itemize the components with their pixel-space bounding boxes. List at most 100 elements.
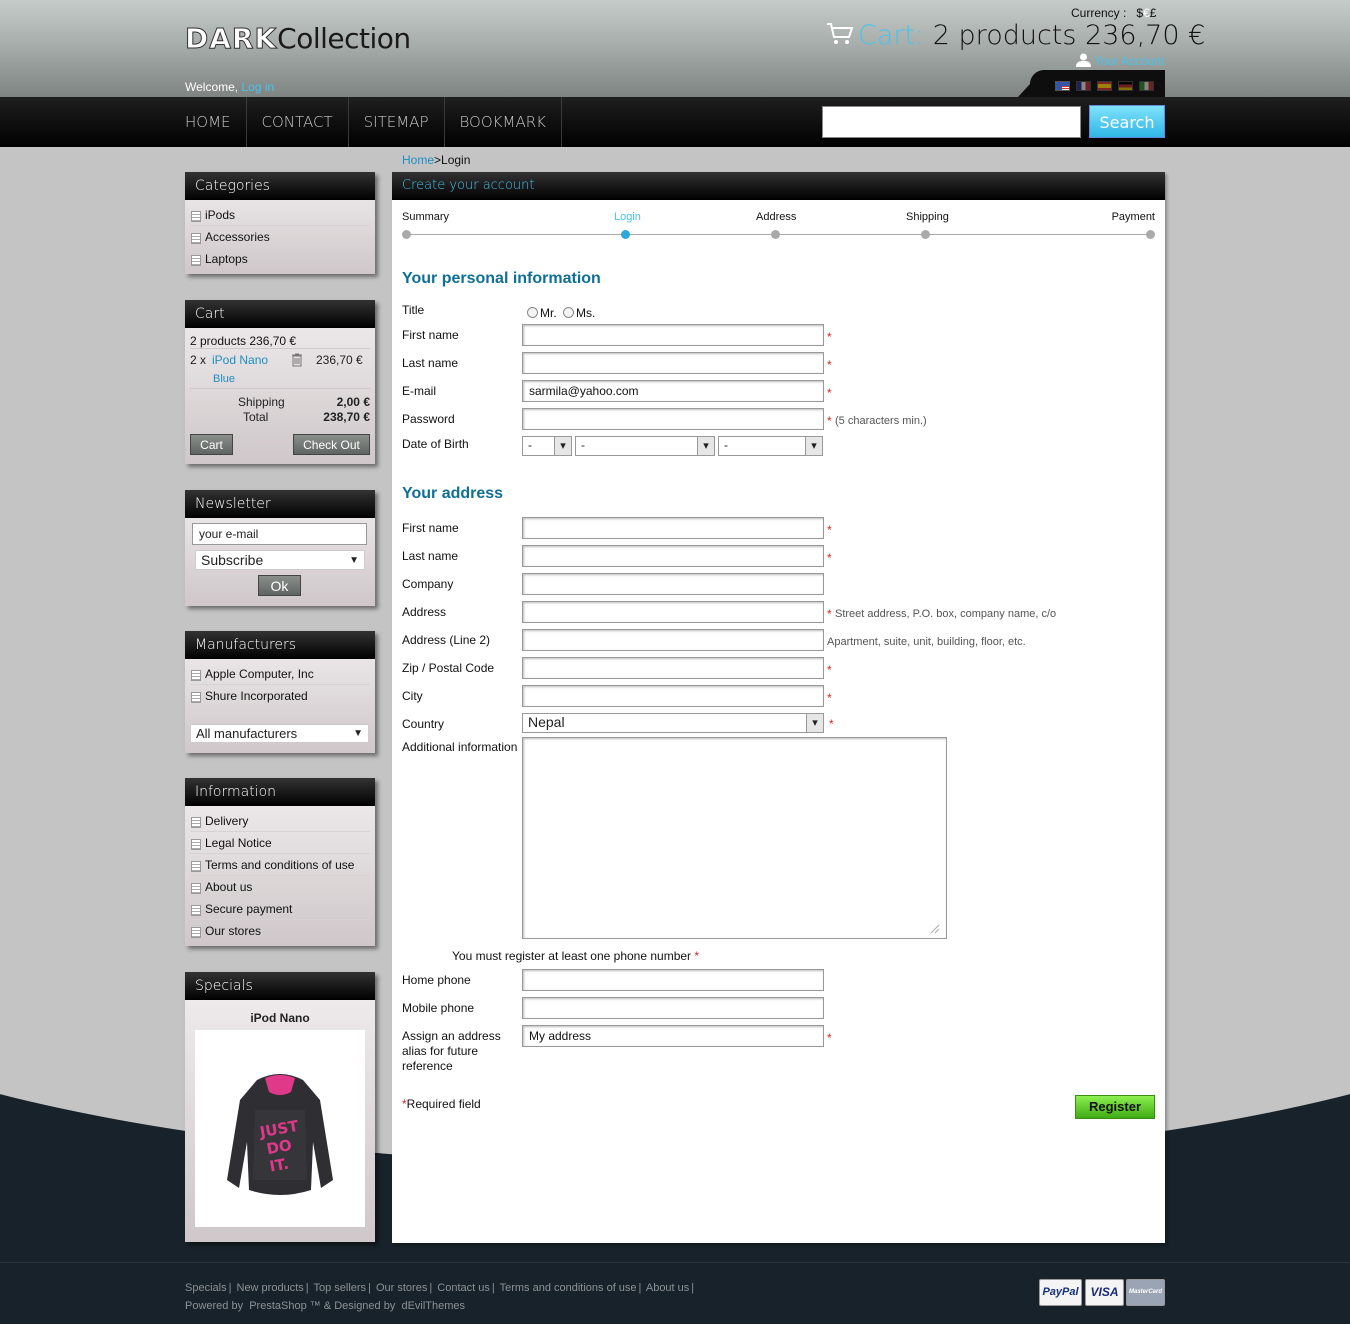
addr-last-name-input[interactable] <box>522 545 824 567</box>
phone-notice-text: You must register at least one phone num… <box>452 949 692 963</box>
zip-input[interactable] <box>522 657 824 679</box>
additional-info-textarea[interactable] <box>522 737 947 939</box>
footer-link-our-stores[interactable]: Our stores <box>376 1282 427 1294</box>
password-hint: (5 characters min.) <box>835 415 927 427</box>
de-flag-icon[interactable] <box>1118 81 1133 91</box>
email-input[interactable]: sarmila@yahoo.com <box>522 380 824 402</box>
cart-item-variant[interactable]: Blue <box>213 373 235 385</box>
footer-link-contact-us[interactable]: Contact us <box>437 1282 490 1294</box>
footer-link-specials[interactable]: Specials <box>185 1282 227 1294</box>
password-input[interactable] <box>522 408 824 430</box>
it-flag-icon[interactable] <box>1139 81 1154 91</box>
info-legal-notice[interactable]: Legal Notice <box>190 832 370 854</box>
dob-day-select[interactable]: - <box>522 436 572 456</box>
category-accessories[interactable]: Accessories <box>190 226 370 248</box>
menu-home[interactable]: HOME <box>185 97 247 147</box>
cart-button[interactable]: Cart <box>190 434 233 455</box>
mobile-phone-input[interactable] <box>522 997 824 1019</box>
country-select[interactable]: Nepal <box>522 713 824 733</box>
trash-icon[interactable] <box>291 353 303 367</box>
phone-notice-required: * <box>694 949 700 963</box>
manufacturers-block: Manufacturers Apple Computer, Inc Shure … <box>185 631 375 753</box>
total-value: 238,70 € <box>323 410 370 424</box>
currency-pound[interactable]: £ <box>1150 6 1157 20</box>
logo-dark-text: DARK <box>184 22 278 56</box>
your-account-link[interactable]: Your Account <box>1076 53 1164 68</box>
newsletter-ok-button[interactable]: Ok <box>258 575 301 596</box>
step-dot-login <box>621 230 630 239</box>
alias-label: Assign an address alias for future refer… <box>402 1029 501 1073</box>
menu-bookmark[interactable]: BOOKMARK <box>445 97 562 147</box>
last-name-input[interactable] <box>522 352 824 374</box>
cart-item-name[interactable]: iPod Nano <box>212 353 268 367</box>
footer-sep: | <box>228 1282 232 1294</box>
dob-year-select[interactable]: - <box>718 436 823 456</box>
search-button[interactable]: Search <box>1089 105 1165 138</box>
logo[interactable]: DARKCollection <box>184 22 411 56</box>
footer-link-new-products[interactable]: New products <box>237 1282 304 1294</box>
address2-input[interactable] <box>522 629 824 651</box>
alias-required: * <box>827 1031 832 1045</box>
company-input[interactable] <box>522 573 824 595</box>
checkout-button[interactable]: Check Out <box>293 434 370 455</box>
breadcrumb-current: Login <box>441 153 471 167</box>
manufacturer-apple[interactable]: Apple Computer, Inc <box>190 663 370 685</box>
specials-product-name[interactable]: iPod Nano <box>185 1011 375 1025</box>
newsletter-select[interactable]: Subscribe ▼ <box>195 550 365 570</box>
checkout-steps: Summary Login Address Shipping Payment <box>402 210 1155 240</box>
address2-label: Address (Line 2) <box>402 633 491 647</box>
us-flag-icon[interactable] <box>1055 81 1070 91</box>
login-link[interactable]: Log in <box>241 80 274 94</box>
es-flag-icon[interactable] <box>1097 81 1112 91</box>
category-ipods[interactable]: iPods <box>190 204 370 226</box>
first-name-input[interactable] <box>522 324 824 346</box>
info-secure-payment[interactable]: Secure payment <box>190 898 370 920</box>
specials-product-image[interactable]: JUST DO IT. <box>195 1030 365 1227</box>
footer-link-top-sellers[interactable]: Top sellers <box>313 1282 366 1294</box>
newsletter-email-input[interactable]: your e-mail <box>192 523 367 545</box>
dob-month-select[interactable]: - <box>575 436 715 456</box>
info-our-stores[interactable]: Our stores <box>190 920 370 942</box>
info-terms[interactable]: Terms and conditions of use <box>190 854 370 876</box>
addr-first-name-input[interactable] <box>522 517 824 539</box>
newsletter-option: Subscribe <box>201 552 264 568</box>
header-cart[interactable]: Cart: 2 products 236,70 € <box>826 20 1205 51</box>
email-required: * <box>827 386 832 400</box>
manufacturer-shure[interactable]: Shure Incorporated <box>190 685 370 707</box>
shipping-value: 2,00 € <box>336 395 370 409</box>
search-input[interactable] <box>822 106 1081 138</box>
total-label: Total <box>243 410 269 424</box>
svg-text:IT.: IT. <box>268 1155 290 1176</box>
category-laptops[interactable]: Laptops <box>190 248 370 270</box>
menu-sitemap[interactable]: SITEMAP <box>349 97 445 147</box>
info-about-us[interactable]: About us <box>190 876 370 898</box>
company-label: Company <box>402 577 454 591</box>
ms-radio[interactable] <box>563 307 575 318</box>
step-payment: Payment <box>1111 211 1155 223</box>
menu-contact[interactable]: CONTACT <box>247 97 349 147</box>
footer-sep: | <box>368 1282 371 1294</box>
specials-block: Specials iPod Nano JUST DO IT. <box>185 972 375 1242</box>
footer-link-about-us[interactable]: About us <box>646 1282 689 1294</box>
footer-link-terms[interactable]: Terms and conditions of use <box>500 1282 637 1294</box>
main-menu: HOME CONTACT SITEMAP BOOKMARK <box>185 97 562 147</box>
resize-handle-icon[interactable] <box>930 924 940 934</box>
info-delivery[interactable]: Delivery <box>190 810 370 832</box>
alias-input[interactable]: My address <box>522 1025 824 1047</box>
mobile-phone-label: Mobile phone <box>402 1001 475 1015</box>
home-phone-input[interactable] <box>522 969 824 991</box>
currency-euro[interactable]: € <box>1143 6 1150 20</box>
personal-info-heading: Your personal information <box>402 270 601 287</box>
mr-radio[interactable] <box>527 307 538 318</box>
city-input[interactable] <box>522 685 824 707</box>
manufacturers-select[interactable]: All manufacturers ▼ <box>190 724 369 743</box>
fr-flag-icon[interactable] <box>1076 81 1091 91</box>
register-button[interactable]: Register <box>1075 1095 1155 1119</box>
last-name-required: * <box>827 358 832 372</box>
logo-collection-text: Collection <box>277 22 411 55</box>
address-input[interactable] <box>522 601 824 623</box>
information-block: Information Delivery Legal Notice Terms … <box>185 778 375 946</box>
breadcrumb-home[interactable]: Home <box>402 153 434 167</box>
information-title: Information <box>185 778 375 806</box>
newsletter-title: Newsletter <box>185 490 375 518</box>
